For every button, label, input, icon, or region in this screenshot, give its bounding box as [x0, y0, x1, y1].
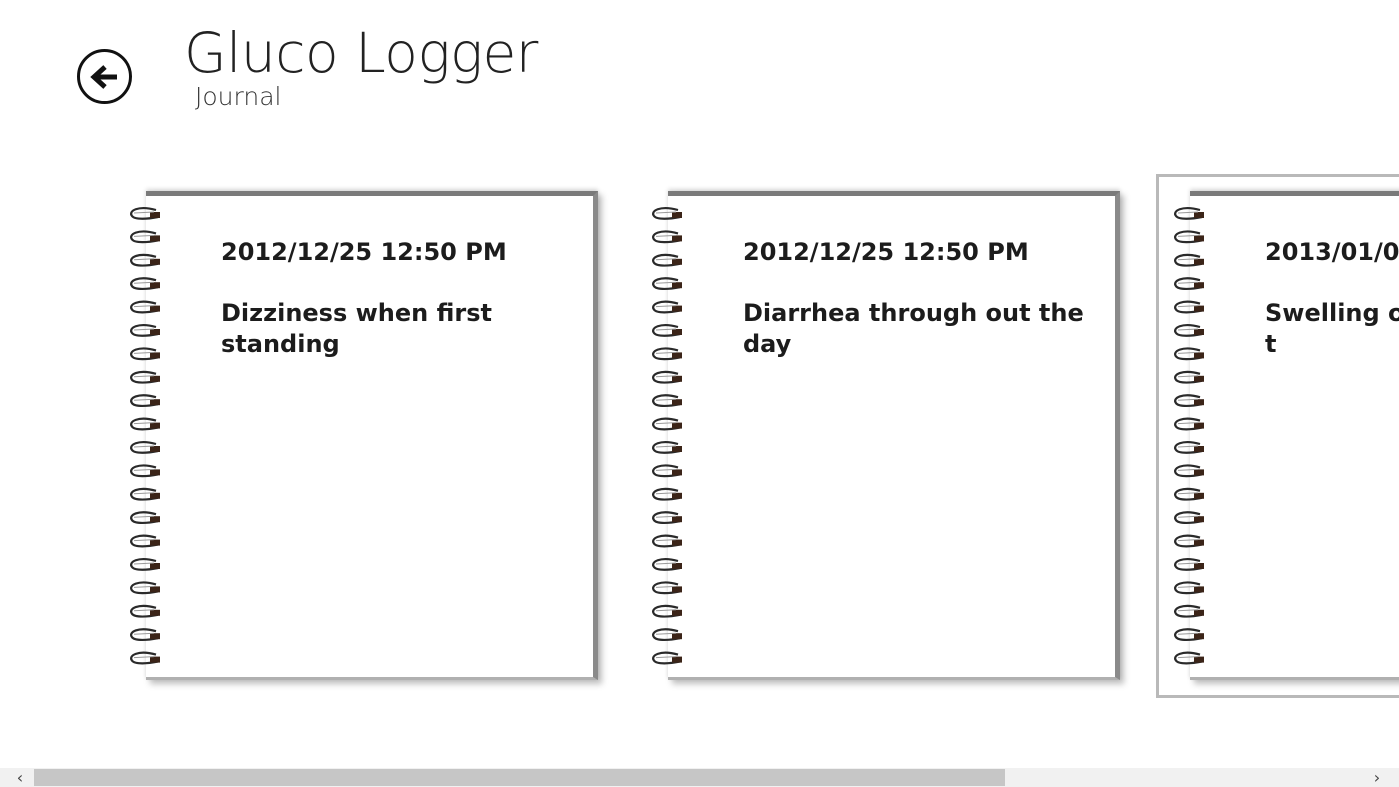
spiral-coil: [130, 581, 160, 595]
spiral-coil: [1174, 394, 1204, 408]
journal-entry-card[interactable]: 2012/12/25 12:50 PM Dizziness when first…: [126, 188, 604, 684]
spiral-coil: [130, 347, 160, 361]
spiral-coil: [130, 277, 160, 291]
spiral-coil: [1174, 628, 1204, 642]
spiral-coil: [1174, 581, 1204, 595]
spiral-coil: [1174, 253, 1204, 267]
spiral-coil: [130, 324, 160, 337]
spiral-coil: [130, 253, 160, 267]
entry-text: Diarrhea through out the day: [743, 299, 1084, 358]
spiral-coil: [130, 417, 160, 431]
spiral-coil: [652, 417, 682, 431]
spiral-coil: [1174, 277, 1204, 291]
entry-date: 2012/12/25 12:50 PM: [743, 238, 1029, 266]
spiral-coil: [1174, 300, 1204, 314]
spiral-coil: [652, 394, 682, 408]
spiral-coil: [130, 487, 160, 501]
entry-text: Dizziness when first standing: [221, 299, 492, 358]
journal-entries: 2012/12/25 12:50 PM Dizziness when first…: [0, 0, 1399, 787]
spiral-coil: [1174, 347, 1204, 361]
spiral-coil: [130, 628, 160, 642]
spiral-coil: [652, 277, 682, 291]
spiral-coil: [652, 253, 682, 267]
spiral-coil: [652, 347, 682, 361]
spiral-coil: [1174, 324, 1204, 337]
spiral-coil: [130, 651, 160, 665]
spiral-binding-icon: [652, 207, 682, 665]
spiral-coil: [1174, 230, 1204, 244]
spiral-coil: [1174, 651, 1204, 665]
entry-text: Swelling of the tongue, and t: [1265, 299, 1399, 358]
spiral-coil: [130, 230, 160, 244]
spiral-coil: [1174, 487, 1204, 501]
spiral-coil: [130, 558, 160, 571]
spiral-coil: [130, 511, 160, 525]
spiral-coil: [652, 651, 682, 665]
spiral-coil: [1174, 511, 1204, 525]
note-paper: 2012/12/25 12:50 PM Dizziness when first…: [146, 191, 598, 680]
spiral-coil: [1174, 417, 1204, 431]
spiral-coil: [652, 558, 682, 571]
spiral-coil: [652, 628, 682, 642]
spiral-coil: [130, 300, 160, 314]
entry-date: 2012/12/25 12:50 PM: [221, 238, 507, 266]
spiral-coil: [1174, 464, 1204, 478]
spiral-coil: [1174, 207, 1204, 220]
spiral-coil: [130, 464, 160, 478]
spiral-coil: [652, 324, 682, 337]
spiral-coil: [652, 370, 682, 384]
spiral-coil: [1174, 370, 1204, 384]
journal-page: Gluco Logger Journal 2012/12/25 12:50 PM…: [0, 0, 1399, 787]
spiral-coil: [130, 394, 160, 408]
spiral-coil: [652, 534, 682, 548]
journal-entry-card[interactable]: 2012/12/25 12:50 PM Diarrhea through out…: [648, 188, 1126, 684]
scroll-left-button[interactable]: ‹: [8, 768, 32, 787]
journal-entry-card-selected[interactable]: 2013/01/09 4: Swelling of the tongue, an…: [1156, 174, 1399, 698]
horizontal-scrollbar[interactable]: ‹ ›: [0, 768, 1399, 787]
scroll-right-button[interactable]: ›: [1365, 768, 1389, 787]
spiral-coil: [1174, 604, 1204, 618]
spiral-coil: [652, 300, 682, 314]
spiral-coil: [1174, 534, 1204, 548]
spiral-coil: [130, 370, 160, 384]
spiral-coil: [652, 581, 682, 595]
spiral-coil: [652, 511, 682, 525]
spiral-coil: [652, 464, 682, 478]
spiral-coil: [130, 441, 160, 454]
spiral-coil: [1174, 558, 1204, 571]
spiral-binding-icon: [130, 207, 160, 665]
note-paper: 2013/01/09 4: Swelling of the tongue, an…: [1190, 191, 1399, 680]
spiral-coil: [130, 207, 160, 220]
scrollbar-thumb[interactable]: [34, 769, 1005, 786]
spiral-coil: [1174, 441, 1204, 454]
spiral-coil: [652, 207, 682, 220]
note-paper: 2012/12/25 12:50 PM Diarrhea through out…: [668, 191, 1120, 680]
spiral-binding-icon: [1174, 207, 1204, 665]
entry-date: 2013/01/09 4:: [1265, 238, 1399, 266]
spiral-coil: [130, 534, 160, 548]
spiral-coil: [652, 441, 682, 454]
spiral-coil: [652, 230, 682, 244]
spiral-coil: [652, 604, 682, 618]
spiral-coil: [130, 604, 160, 618]
spiral-coil: [652, 487, 682, 501]
